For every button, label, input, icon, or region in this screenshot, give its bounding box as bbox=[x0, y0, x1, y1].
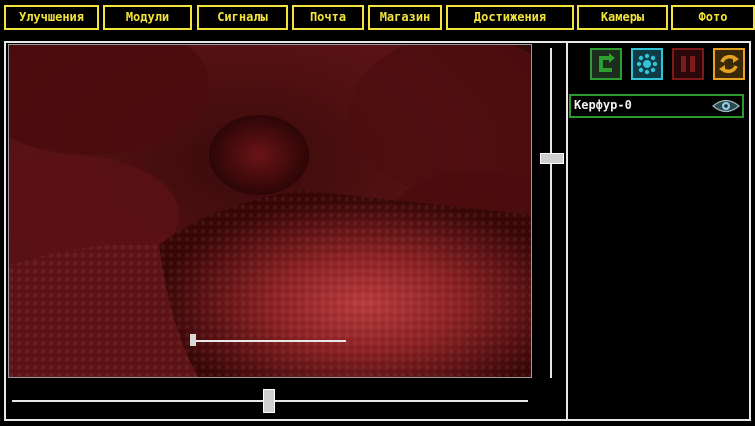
refresh-button[interactable] bbox=[590, 48, 622, 80]
camera-list-item[interactable]: Керфур-0 bbox=[569, 94, 744, 118]
rotate-button[interactable] bbox=[713, 48, 745, 80]
tab-cameras[interactable]: Камеры bbox=[577, 5, 668, 30]
vertical-slider-track[interactable] bbox=[550, 48, 552, 378]
eye-icon[interactable] bbox=[712, 98, 740, 114]
horizontal-slider-thumb[interactable] bbox=[263, 389, 275, 413]
camera-name-label: Керфур-0 bbox=[574, 98, 632, 112]
tab-achievements[interactable]: Достижения bbox=[446, 5, 574, 30]
rotate-icon bbox=[719, 55, 739, 73]
tab-mail[interactable]: Почта bbox=[292, 5, 364, 30]
tab-shop[interactable]: Магазин bbox=[368, 5, 442, 30]
vertical-slider-thumb[interactable] bbox=[540, 153, 564, 164]
tab-signals[interactable]: Сигналы bbox=[197, 5, 288, 30]
dots-grid-icon bbox=[636, 53, 658, 75]
camera-feed-scene bbox=[9, 45, 531, 377]
top-nav-bar: Улучшения Модули Сигналы Почта Магазин Д… bbox=[0, 0, 755, 38]
pause-button[interactable] bbox=[672, 48, 704, 80]
tab-modules[interactable]: Модули bbox=[103, 5, 192, 30]
grid-view-button[interactable] bbox=[631, 48, 663, 80]
camera-side-panel: Керфур-0 bbox=[568, 43, 749, 419]
tab-photo[interactable]: Фото bbox=[671, 5, 755, 30]
camera-feed-viewport[interactable] bbox=[8, 44, 532, 378]
viewport-slider-track[interactable] bbox=[194, 340, 346, 342]
refresh-arrow-icon bbox=[599, 53, 615, 72]
tab-upgrades[interactable]: Улучшения bbox=[4, 5, 99, 30]
pause-icon bbox=[681, 56, 695, 72]
viewport-slider-thumb[interactable] bbox=[190, 334, 196, 346]
